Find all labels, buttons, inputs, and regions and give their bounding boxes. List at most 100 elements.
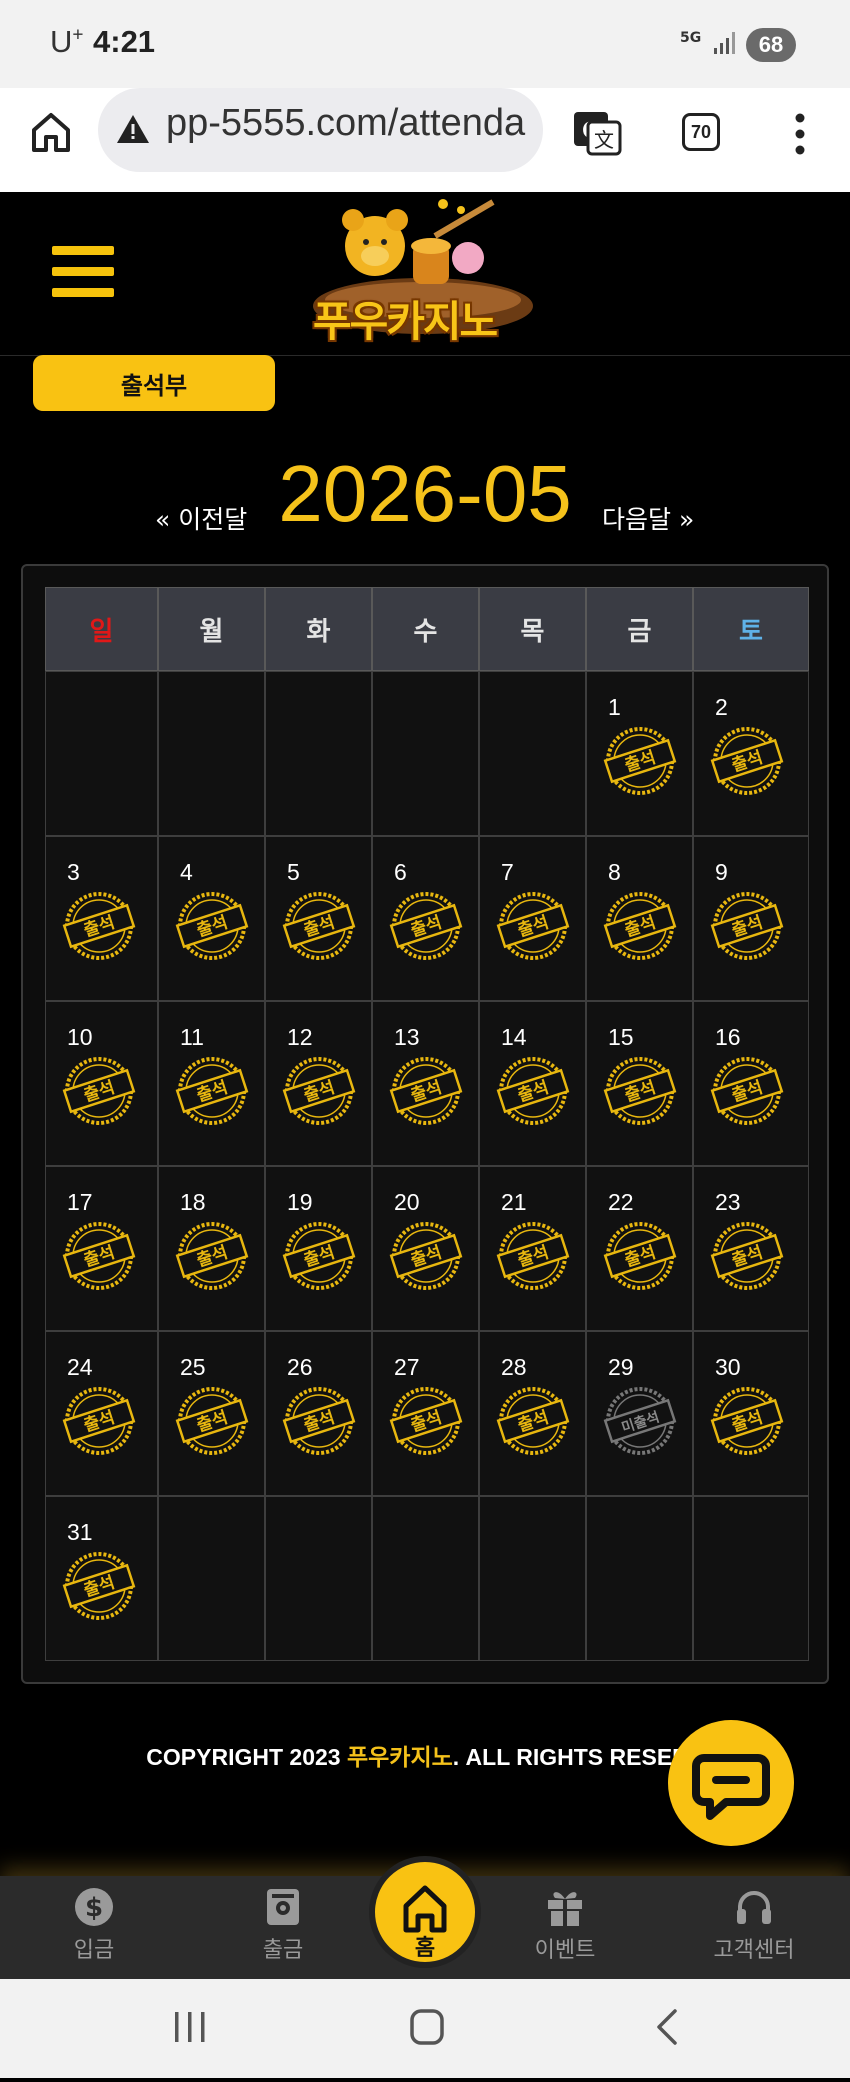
- stamp-text: 출석: [81, 1573, 117, 1602]
- hamburger-menu-icon[interactable]: [52, 246, 114, 302]
- calendar-day-cell: 15 출석: [586, 1001, 693, 1166]
- weekday-header: 금: [586, 587, 693, 671]
- calendar-day-cell: 3 출석: [45, 836, 158, 1001]
- stamp-text: 출석: [301, 1078, 337, 1107]
- nav-home[interactable]: 홈: [369, 1856, 481, 1980]
- calendar-empty-cell: [45, 671, 158, 836]
- calendar-day-cell: 28 출석: [479, 1331, 586, 1496]
- nav-event[interactable]: 이벤트: [510, 1886, 620, 1964]
- calendar-week-row: 3 출석 4 출석 5 출석 6 출석 7 출석 8 출석 9 출석: [45, 836, 809, 1001]
- nav-withdraw-label: 출금: [262, 1938, 304, 1963]
- calendar-day-cell: 18 출석: [158, 1166, 265, 1331]
- calendar-weekday-header: 일월화수목금토: [45, 587, 809, 671]
- calendar-day-cell: 20 출석: [372, 1166, 479, 1331]
- day-number: 24: [67, 1354, 93, 1380]
- stamp-text: 출석: [81, 1078, 117, 1107]
- network-5g-icon: 5G: [680, 30, 702, 46]
- day-number: 28: [501, 1354, 527, 1380]
- stamp-text: 출석: [729, 1408, 765, 1437]
- attended-stamp-icon: 출석: [62, 1057, 136, 1125]
- logo-text: 푸우카지노: [313, 297, 498, 346]
- url-bar[interactable]: pp-5555.com/attenda: [98, 88, 543, 172]
- day-number: 2: [715, 694, 728, 720]
- nav-support[interactable]: 고객센터: [699, 1886, 809, 1964]
- attended-stamp-icon: 출석: [603, 1057, 677, 1125]
- nav-withdraw[interactable]: 출금: [228, 1886, 338, 1964]
- weekday-header: 목: [479, 587, 586, 671]
- attended-stamp-icon: 출석: [496, 892, 570, 960]
- stamp-text: 출석: [622, 913, 658, 942]
- attended-stamp-icon: 출석: [389, 1387, 463, 1455]
- home-button-circle[interactable]: 홈: [369, 1856, 481, 1968]
- day-number: 27: [394, 1354, 420, 1380]
- attended-stamp-icon: 출석: [496, 1057, 570, 1125]
- calendar-day-cell: 24 출석: [45, 1331, 158, 1496]
- calendar-day-cell: 23 출석: [693, 1166, 809, 1331]
- attended-stamp-icon: 출석: [710, 1057, 784, 1125]
- day-number: 21: [501, 1189, 527, 1215]
- attended-stamp-icon: 출석: [62, 1387, 136, 1455]
- attended-stamp-icon: 출석: [282, 1057, 356, 1125]
- attended-stamp-icon: 출석: [282, 1222, 356, 1290]
- calendar-empty-cell: [265, 671, 372, 836]
- stamp-text: 출석: [515, 1243, 551, 1272]
- translate-icon[interactable]: G 文: [572, 110, 622, 156]
- weekday-header: 화: [265, 587, 372, 671]
- calendar-day-cell: 31 출석: [45, 1496, 158, 1661]
- day-number: 31: [67, 1519, 93, 1545]
- calendar-empty-cell: [479, 1496, 586, 1661]
- calendar-day-cell: 19 출석: [265, 1166, 372, 1331]
- tab-count-button[interactable]: 70: [682, 113, 720, 151]
- stamp-text: 출석: [515, 1408, 551, 1437]
- browser-menu-icon[interactable]: [792, 110, 808, 158]
- stamp-text: 출석: [515, 1078, 551, 1107]
- browser-home-icon[interactable]: [30, 110, 72, 154]
- svg-text:文: 文: [594, 128, 614, 152]
- calendar-day-cell: 17 출석: [45, 1166, 158, 1331]
- stamp-text: 출석: [81, 1408, 117, 1437]
- day-number: 23: [715, 1189, 741, 1215]
- day-number: 17: [67, 1189, 93, 1215]
- nav-deposit[interactable]: $ 입금: [39, 1886, 149, 1964]
- attended-stamp-icon: 출석: [62, 892, 136, 960]
- attended-stamp-icon: 출석: [603, 727, 677, 795]
- url-text[interactable]: pp-5555.com/attenda: [166, 102, 525, 145]
- calendar-empty-cell: [158, 1496, 265, 1661]
- site-logo[interactable]: 푸우카지노: [303, 196, 543, 346]
- next-month-button[interactable]: 다음달 »: [602, 500, 694, 536]
- day-number: 14: [501, 1024, 527, 1050]
- calendar-day-cell: 8 출석: [586, 836, 693, 1001]
- headset-icon: [737, 1891, 771, 1924]
- back-icon: [657, 2009, 677, 2045]
- chat-button[interactable]: [668, 1720, 794, 1846]
- absent-stamp-icon: 미출석: [603, 1387, 677, 1455]
- calendar-day-cell: 11 출석: [158, 1001, 265, 1166]
- day-number: 30: [715, 1354, 741, 1380]
- month-title: 2026-05: [278, 449, 572, 538]
- day-number: 12: [287, 1024, 313, 1050]
- calendar-day-cell: 4 출석: [158, 836, 265, 1001]
- tab-attendance[interactable]: 출석부: [33, 355, 275, 411]
- stamp-text: 출석: [622, 748, 658, 777]
- calendar-day-cell: 26 출석: [265, 1331, 372, 1496]
- attended-stamp-icon: 출석: [282, 892, 356, 960]
- attended-stamp-icon: 출석: [389, 1057, 463, 1125]
- attended-stamp-icon: 출석: [710, 1387, 784, 1455]
- calendar-empty-cell: [372, 1496, 479, 1661]
- nav-home-label: 홈: [414, 1936, 436, 1961]
- stamp-text: 출석: [194, 1243, 230, 1272]
- warning-icon[interactable]: [116, 113, 150, 145]
- calendar-empty-cell: [265, 1496, 372, 1661]
- carrier-text: U: [50, 24, 73, 59]
- attended-stamp-icon: 출석: [282, 1387, 356, 1455]
- calendar-body: 1 출석 2 출석 3 출석 4 출석 5 출석 6 출석 7 출석 8 출석 9 출석 10 출석 11 출석 12 출석 1…: [45, 671, 809, 1661]
- calendar-empty-cell: [693, 1496, 809, 1661]
- stamp-text: 출석: [194, 913, 230, 942]
- day-number: 9: [715, 859, 728, 885]
- attended-stamp-icon: 출석: [496, 1222, 570, 1290]
- stamp-text: 출석: [301, 1408, 337, 1437]
- android-navigation-bar: [0, 1979, 850, 2078]
- calendar-empty-cell: [479, 671, 586, 836]
- prev-month-button[interactable]: « 이전달: [155, 500, 247, 536]
- attended-stamp-icon: 출석: [710, 1222, 784, 1290]
